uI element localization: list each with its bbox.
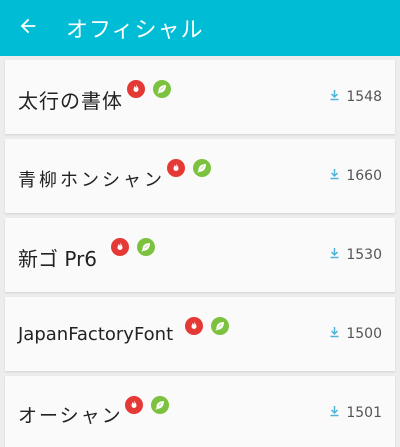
font-name: JapanFactoryFont: [18, 324, 174, 345]
download-icon: [329, 405, 340, 421]
flame-icon: [125, 396, 143, 414]
arrow-left-icon: [17, 15, 39, 41]
flame-icon: [167, 159, 185, 177]
badge-group: [111, 238, 155, 256]
download-count: 1500: [329, 326, 382, 342]
leaf-icon: [193, 159, 211, 177]
download-count-value: 1530: [346, 247, 382, 263]
leaf-icon: [153, 80, 171, 98]
font-name: 太行の書体: [18, 89, 123, 113]
leaf-icon: [137, 238, 155, 256]
page-title: オフィシャル: [66, 18, 204, 43]
back-button[interactable]: [0, 0, 56, 56]
badge-group: [185, 317, 229, 335]
badge-group: [125, 396, 169, 414]
badge-group: [167, 159, 211, 177]
font-name: 青柳ホンシャン: [18, 170, 165, 191]
font-name: オーシャン: [18, 405, 123, 427]
download-count-value: 1501: [346, 405, 382, 421]
font-list-item[interactable]: 新ゴ Pr6 1530: [5, 218, 395, 292]
badge-group: [127, 80, 171, 98]
font-list-item[interactable]: 青柳ホンシャン 1660: [5, 139, 395, 213]
download-count-value: 1500: [346, 326, 382, 342]
download-count: 1501: [329, 405, 382, 421]
app-bar: オフィシャル: [0, 0, 400, 56]
flame-icon: [185, 317, 203, 335]
font-name: 新ゴ Pr6: [18, 247, 98, 271]
download-count: 1548: [329, 89, 382, 105]
download-count-value: 1548: [346, 89, 382, 105]
flame-icon: [127, 80, 145, 98]
download-count: 1660: [329, 168, 382, 184]
download-icon: [329, 326, 340, 342]
download-count: 1530: [329, 247, 382, 263]
leaf-icon: [151, 396, 169, 414]
font-list-item[interactable]: JapanFactoryFont 1500: [5, 297, 395, 371]
flame-icon: [111, 238, 129, 256]
download-icon: [329, 89, 340, 105]
font-list-item[interactable]: 太行の書体 1548: [5, 60, 395, 134]
download-icon: [329, 247, 340, 263]
download-icon: [329, 168, 340, 184]
download-count-value: 1660: [346, 168, 382, 184]
font-list-item[interactable]: オーシャン 1501: [5, 376, 395, 447]
leaf-icon: [211, 317, 229, 335]
